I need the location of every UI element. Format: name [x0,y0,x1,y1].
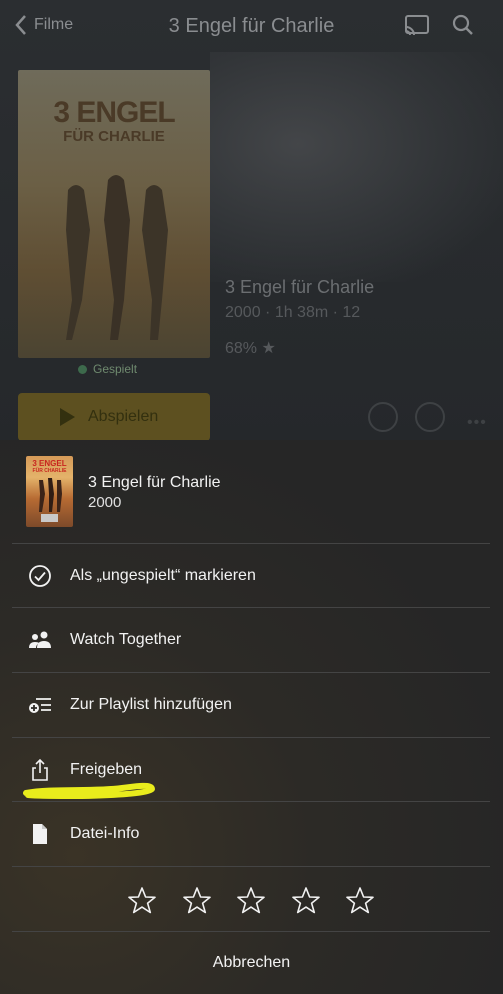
poster-image[interactable]: 3 ENGEL FÜR CHARLIE [18,70,210,358]
check-dot-icon [78,364,87,374]
poster-subtitle: FÜR CHARLIE [63,128,165,145]
poster-figures [66,175,168,340]
sheet-title: 3 Engel für Charlie [88,474,221,491]
played-label: Gespielt [93,362,138,376]
star-icon[interactable] [291,886,321,916]
more-icon[interactable]: ••• [467,414,487,432]
thumbnail-figures [39,478,62,512]
playlist-add-icon [27,692,53,718]
backdrop-image [210,52,503,282]
menu-item-label: Zur Playlist hinzufügen [70,696,232,713]
movie-rating: 68% ★ [225,340,276,357]
menu-item-label: Watch Together [70,631,182,648]
thumbnail-subtitle: FÜR CHARLIE [32,468,67,474]
menu-item-file-info[interactable]: Datei-Info [0,802,503,866]
star-icon[interactable] [182,886,212,916]
mark-watched-icon[interactable] [368,402,398,432]
sheet-header: 3 ENGEL FÜR CHARLIE 3 Engel für Charlie … [0,440,503,544]
movie-title: 3 Engel für Charlie [225,277,375,297]
poster-thumbnail: 3 ENGEL FÜR CHARLIE [26,456,73,527]
played-indicator: Gespielt [78,362,137,376]
play-button-label: Abspielen [88,408,159,425]
cancel-button[interactable]: Abbrechen [0,932,503,994]
divider [12,866,490,867]
check-circle-icon [27,563,53,589]
menu-item-mark-unplayed[interactable]: Als „ungespielt“ markieren [0,544,503,608]
cast-icon[interactable] [403,14,431,38]
menu-item-add-to-playlist[interactable]: Zur Playlist hinzufügen [0,673,503,737]
star-icon[interactable] [236,886,266,916]
people-icon [27,627,53,653]
poster-title: 3 ENGEL [53,96,175,129]
sheet-year: 2000 [88,494,122,511]
star-icon[interactable] [345,886,375,916]
thumbnail-box [41,514,58,522]
rating-stars [0,868,503,932]
action-sheet: 3 ENGEL FÜR CHARLIE 3 Engel für Charlie … [0,440,503,994]
download-icon[interactable] [415,402,445,432]
movie-meta: 2000 · 1h 38m · 12 [225,304,361,321]
play-icon [60,408,75,426]
file-icon [27,821,53,847]
star-icon[interactable] [127,886,157,916]
thumbnail-title: 3 ENGEL [32,459,67,468]
search-icon[interactable] [451,13,475,37]
menu-item-label: Datei-Info [70,825,140,842]
menu-item-watch-together[interactable]: Watch Together [0,608,503,672]
menu-item-label: Als „ungespielt“ markieren [70,567,256,584]
highlight-annotation [23,782,155,799]
top-bar: Filme 3 Engel für Charlie [0,0,503,52]
play-button[interactable]: Abspielen [18,393,210,441]
